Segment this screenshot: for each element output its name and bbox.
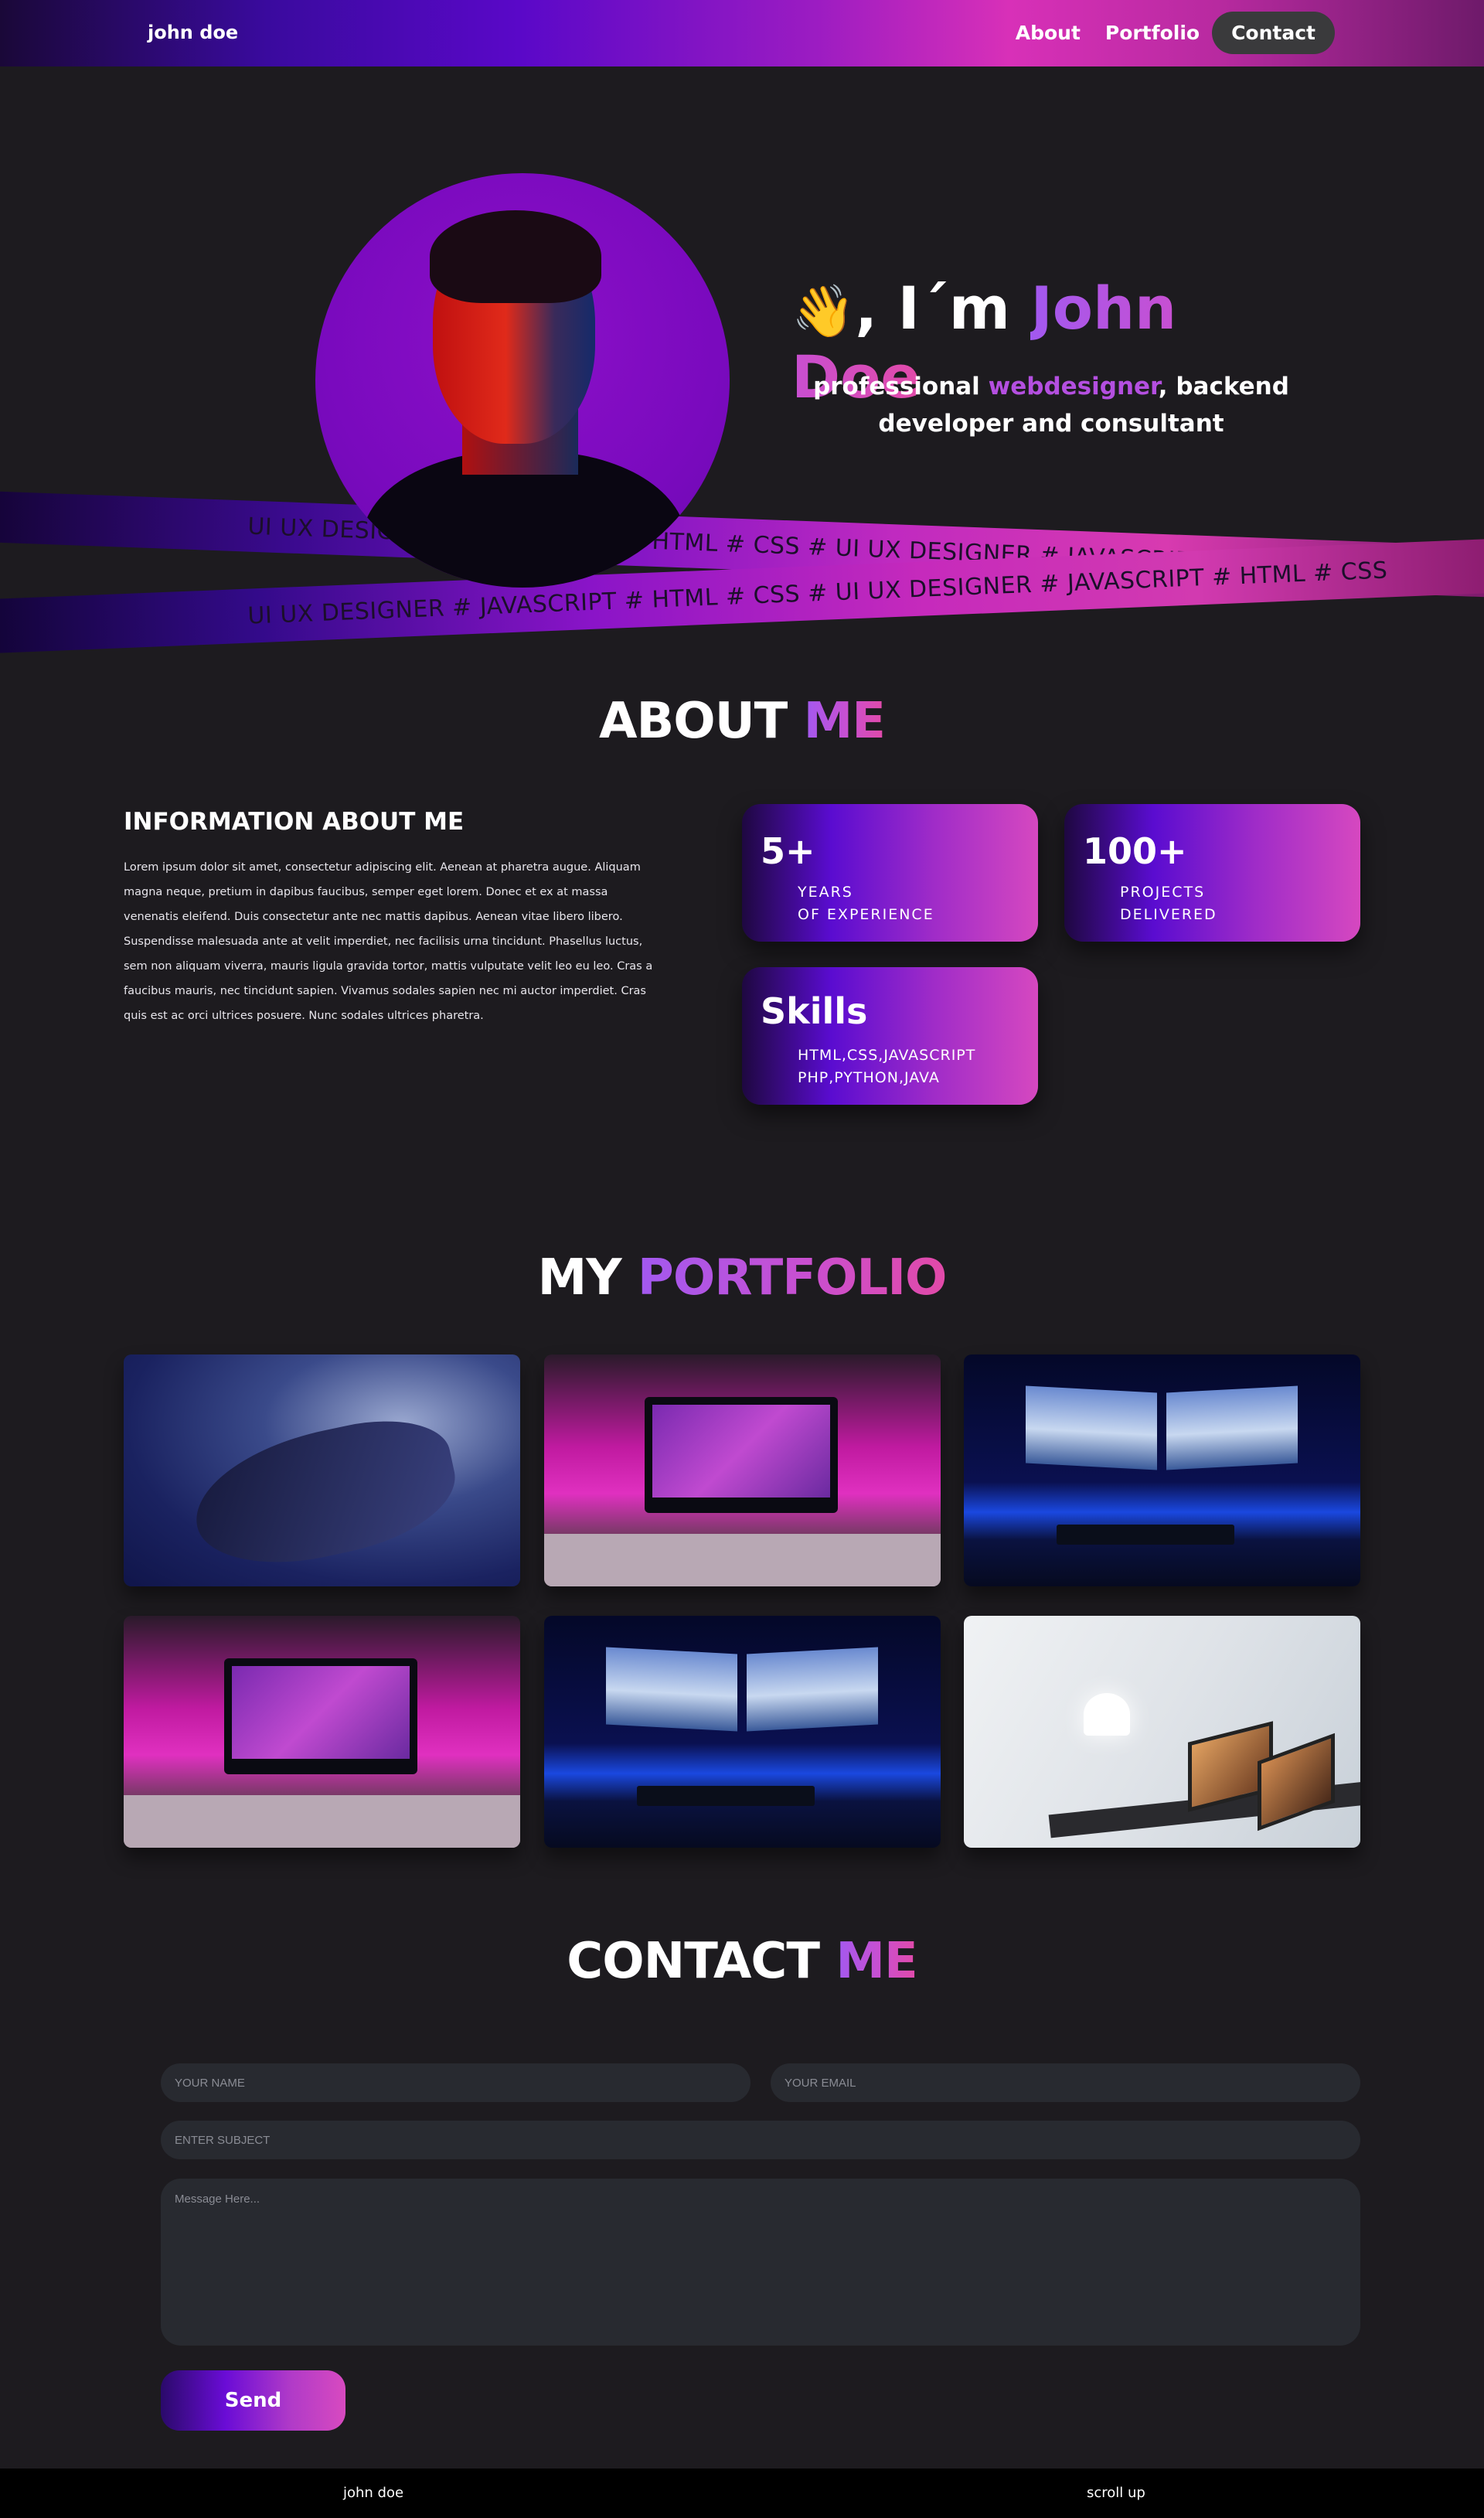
nav-link-portfolio[interactable]: Portfolio [1093, 12, 1212, 54]
card-label-line1: HTML,CSS,JAVASCRIPT [798, 1047, 976, 1064]
portfolio-item-blue-setup-2[interactable] [544, 1616, 941, 1848]
monitor-screen-image [232, 1666, 410, 1759]
portfolio-title-white: MY [537, 1249, 638, 1307]
about-title-white: ABOUT [598, 693, 804, 750]
send-button[interactable]: Send [161, 2370, 345, 2431]
scroll-up-link[interactable]: scroll up [1087, 2485, 1145, 2501]
profile-portrait [315, 173, 730, 588]
about-title: ABOUT ME [0, 693, 1484, 750]
nav-link-contact[interactable]: Contact [1212, 12, 1335, 54]
contact-title-accent: ME [836, 1933, 917, 1990]
skills-card: Skills HTML,CSS,JAVASCRIPT PHP,PYTHON,JA… [742, 967, 1038, 1105]
keyboard-image [637, 1786, 815, 1806]
lamp-image [1084, 1693, 1130, 1736]
portfolio-item-pink-desk-2[interactable] [124, 1616, 520, 1848]
footer: john doe scroll up [0, 2469, 1484, 2518]
monitor-right-image [747, 1647, 878, 1732]
keyboard-image [1057, 1525, 1234, 1545]
portfolio-title: MY PORTFOLIO [0, 1249, 1484, 1307]
projects-card: 100+ PROJECTS DELIVERED [1064, 804, 1360, 942]
card-label: YEARS OF EXPERIENCE [798, 881, 934, 926]
hero-greeting: , I´m [855, 274, 1031, 342]
monitor-left-image [606, 1647, 737, 1732]
ribbon-text: UI UX DESIGNER # JAVASCRIPT # HTML # CSS… [247, 556, 1388, 630]
nav-links: About Portfolio Contact [1003, 12, 1335, 54]
card-label-line1: YEARS [798, 884, 853, 901]
portfolio-item-blue-setup[interactable] [964, 1354, 1360, 1586]
experience-card: 5+ YEARS OF EXPERIENCE [742, 804, 1038, 942]
subject-input[interactable] [161, 2121, 1360, 2159]
desk-image [124, 1795, 520, 1848]
monitor-left-image [1026, 1385, 1157, 1470]
email-input[interactable] [771, 2063, 1360, 2102]
nav-link-about[interactable]: About [1003, 12, 1093, 54]
card-label: PROJECTS DELIVERED [1120, 881, 1217, 926]
contact-title-white: CONTACT [567, 1933, 836, 1990]
about-title-accent: ME [803, 693, 886, 750]
card-label-line2: PHP,PYTHON,JAVA [798, 1069, 940, 1086]
card-number: 100+ [1083, 830, 1187, 872]
portfolio-item-keyboard[interactable] [124, 1354, 520, 1586]
nav-brand[interactable]: john doe [148, 22, 238, 43]
waving-hand-icon: 👋 [791, 281, 856, 341]
portfolio-item-pink-desk[interactable] [544, 1354, 941, 1586]
footer-brand[interactable]: john doe [343, 2485, 403, 2501]
card-label-line2: DELIVERED [1120, 906, 1217, 923]
name-input[interactable] [161, 2063, 751, 2102]
portrait-hair [430, 210, 601, 303]
card-label-line2: OF EXPERIENCE [798, 906, 934, 923]
top-navbar: john doe About Portfolio Contact [0, 0, 1484, 66]
info-heading: INFORMATION ABOUT ME [124, 808, 465, 836]
hero-subtitle-pre: professional [813, 373, 989, 400]
info-text: Lorem ipsum dolor sit amet, consectetur … [124, 861, 653, 1022]
card-label-line1: PROJECTS [1120, 884, 1206, 901]
contact-title: CONTACT ME [0, 1933, 1484, 1990]
hero-subtitle-highlight: webdesigner [988, 373, 1159, 400]
monitor-right-image [1166, 1385, 1298, 1470]
portfolio-item-white-desk[interactable] [964, 1616, 1360, 1848]
card-label: HTML,CSS,JAVASCRIPT PHP,PYTHON,JAVA [798, 1044, 975, 1089]
monitor-screen-image [652, 1405, 830, 1498]
portfolio-title-accent: PORTFOLIO [637, 1249, 947, 1307]
desk-image [544, 1534, 941, 1586]
hero-section: UI UX DESIGNER # JAVASCRIPT # HTML # CSS… [0, 66, 1484, 654]
card-number: Skills [761, 990, 868, 1032]
keyboard-hand-image [183, 1406, 466, 1582]
message-textarea[interactable] [161, 2179, 1360, 2346]
hero-subtitle: professional webdesigner, backend develo… [781, 368, 1322, 442]
card-number: 5+ [761, 830, 815, 872]
